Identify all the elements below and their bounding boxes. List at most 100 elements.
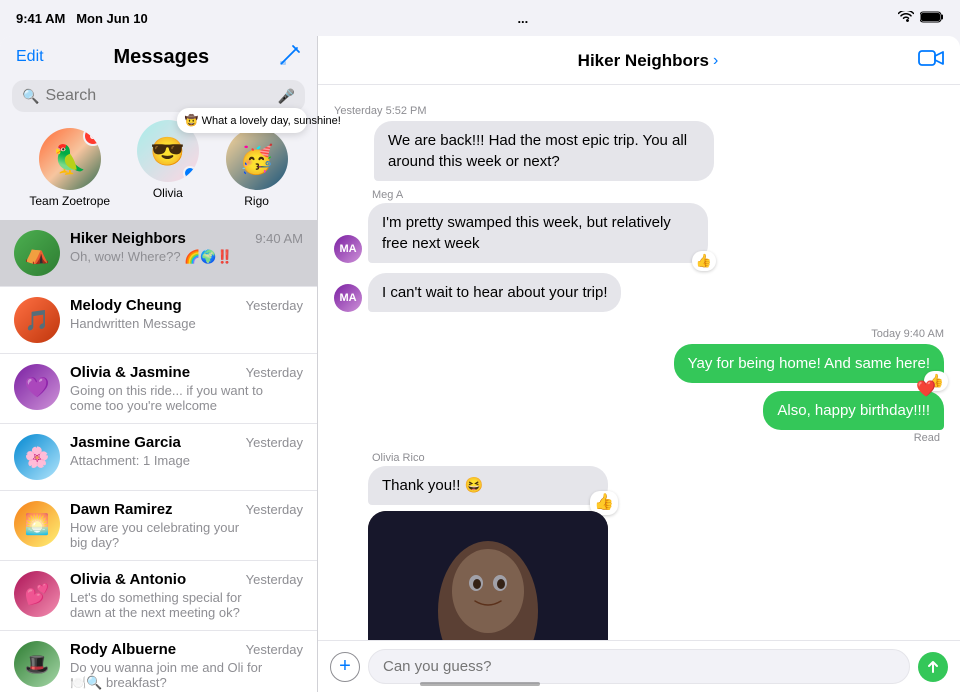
message-input[interactable] xyxy=(368,649,910,684)
conv-olivia-jasmine[interactable]: 💜 Olivia & Jasmine Yesterday Going on th… xyxy=(0,354,317,424)
conv-jasmine-garcia[interactable]: 🌸 Jasmine Garcia Yesterday Attachment: 1… xyxy=(0,424,317,491)
conv-preview2: come too you're welcome xyxy=(70,398,303,413)
conv-time: 9:40 AM xyxy=(255,231,303,246)
message-wrapper: O Thank you!! 😆 👍 xyxy=(334,466,608,640)
chat-header: Hiker Neighbors › xyxy=(318,36,960,85)
home-indicator xyxy=(420,682,540,686)
conv-preview: Oh, wow! Where?? 🌈🌍‼️ xyxy=(70,249,303,265)
conv-body-melody: Melody Cheung Yesterday Handwritten Mess… xyxy=(70,297,303,331)
message-wrapper: We are back!!! Had the most epic trip. Y… xyxy=(334,121,714,181)
conv-time: Yesterday xyxy=(246,298,303,313)
conv-avatar-oliviaa: 💕 xyxy=(14,571,60,617)
conv-name: Hiker Neighbors xyxy=(70,230,186,247)
chevron-right-icon: › xyxy=(713,52,718,70)
message-wrapper: MA I can't wait to hear about your trip! xyxy=(334,273,621,312)
conv-avatar-oliviaj: 💜 xyxy=(14,364,60,410)
conv-body-oliviaa: Olivia & Antonio Yesterday Let's do some… xyxy=(70,571,303,620)
olivia-dot-badge xyxy=(183,166,197,180)
add-button[interactable]: + xyxy=(330,652,360,682)
message-row: Meg A MA I'm pretty swamped this week, b… xyxy=(334,189,944,263)
conv-avatar-hiker: ⛺ xyxy=(14,230,60,276)
conv-body-rody: Rody Albuerne Yesterday Do you wanna joi… xyxy=(70,641,303,691)
message-timestamp: Today 9:40 AM xyxy=(871,328,944,340)
conv-name: Jasmine Garcia xyxy=(70,434,181,451)
compose-button[interactable] xyxy=(279,44,301,70)
message-timestamp: Yesterday 5:52 PM xyxy=(334,105,427,117)
conv-name: Melody Cheung xyxy=(70,297,182,314)
conv-preview2: 🍽️🔍 breakfast? xyxy=(70,675,303,691)
conv-preview: Handwritten Message xyxy=(70,316,303,331)
sender-name: Olivia Rico xyxy=(372,452,425,464)
message-bubble: I can't wait to hear about your trip! xyxy=(368,273,621,312)
conv-name: Rody Albuerne xyxy=(70,641,176,658)
conv-avatar-jasmine: 🌸 xyxy=(14,434,60,480)
conv-time: Yesterday xyxy=(246,502,303,517)
pinned-row: 🦜 6 Team Zoetrope 🤠 What a lovely day, s… xyxy=(0,120,317,220)
conv-body-dawn: Dawn Ramirez Yesterday How are you celeb… xyxy=(70,501,303,550)
status-dots: ... xyxy=(517,11,528,26)
pinned-rigo[interactable]: 🥳 Rigo xyxy=(226,128,288,208)
conv-olivia-antonio[interactable]: 💕 Olivia & Antonio Yesterday Let's do so… xyxy=(0,561,317,631)
conv-time: Yesterday xyxy=(246,572,303,587)
message-read-status: Read xyxy=(914,432,940,444)
message-avatar: MA xyxy=(334,235,362,263)
conv-preview2: big day? xyxy=(70,535,303,550)
olivia-bubble: 🤠 What a lovely day, sunshine! xyxy=(177,108,307,133)
status-bar: 9:41 AM Mon Jun 10 ... xyxy=(0,0,960,36)
pinned-name-team: Team Zoetrope xyxy=(29,194,110,208)
message-bubble: Thank you!! 😆 👍 xyxy=(368,466,608,505)
sidebar: Edit Messages 🔍 🎤 🦜 6 xyxy=(0,36,318,692)
pinned-avatar-rigo: 🥳 xyxy=(226,128,288,190)
conv-avatar-rody: 🎩 xyxy=(14,641,60,687)
pinned-olivia[interactable]: 🤠 What a lovely day, sunshine! 😎 Olivia xyxy=(137,120,199,208)
team-badge: 6 xyxy=(83,128,101,146)
status-indicators xyxy=(898,11,944,26)
conv-rody-albuerne[interactable]: 🎩 Rody Albuerne Yesterday Do you wanna j… xyxy=(0,631,317,692)
conv-preview: Going on this ride... if you want to xyxy=(70,383,303,398)
pinned-avatar-team: 🦜 6 xyxy=(39,128,101,190)
conv-body-oliviaj: Olivia & Jasmine Yesterday Going on this… xyxy=(70,364,303,413)
conv-time: Yesterday xyxy=(246,642,303,657)
sidebar-header: Edit Messages xyxy=(0,36,317,74)
chat-title: Hiker Neighbors xyxy=(578,51,709,71)
search-icon: 🔍 xyxy=(22,88,39,105)
conv-time: Yesterday xyxy=(246,365,303,380)
video-call-button[interactable] xyxy=(918,48,944,74)
message-avatar: MA xyxy=(334,284,362,312)
conv-preview2: dawn at the next meeting ok? xyxy=(70,605,303,620)
conv-avatar-melody: 🎵 xyxy=(14,297,60,343)
messages-container: Yesterday 5:52 PM We are back!!! Had the… xyxy=(318,85,960,640)
photo-message xyxy=(368,511,608,640)
edit-button[interactable]: Edit xyxy=(16,48,44,66)
mic-icon: 🎤 xyxy=(278,88,295,105)
conv-hiker-neighbors[interactable]: ⛺ Hiker Neighbors 9:40 AM Oh, wow! Where… xyxy=(0,220,317,287)
battery-icon xyxy=(920,11,944,26)
message-bubble: Also, happy birthday!!!! ❤️ xyxy=(763,391,944,430)
conv-name: Dawn Ramirez xyxy=(70,501,173,518)
message-bubble: I'm pretty swamped this week, but relati… xyxy=(368,203,708,263)
conv-dawn-ramirez[interactable]: 🌅 Dawn Ramirez Yesterday How are you cel… xyxy=(0,491,317,561)
conv-name: Olivia & Antonio xyxy=(70,571,186,588)
pinned-team-zoetrope[interactable]: 🦜 6 Team Zoetrope xyxy=(29,128,110,208)
message-row: Yesterday 5:52 PM We are back!!! Had the… xyxy=(334,97,944,181)
sender-name: Meg A xyxy=(372,189,403,201)
conversation-list: ⛺ Hiker Neighbors 9:40 AM Oh, wow! Where… xyxy=(0,220,317,692)
conv-preview: Let's do something special for xyxy=(70,590,303,605)
pinned-name-olivia: Olivia xyxy=(153,186,183,200)
conv-body-hiker: Hiker Neighbors 9:40 AM Oh, wow! Where??… xyxy=(70,230,303,265)
status-time: 9:41 AM Mon Jun 10 xyxy=(16,11,148,26)
input-area: + xyxy=(318,640,960,692)
search-input[interactable] xyxy=(45,87,271,105)
conv-body-jasmine: Jasmine Garcia Yesterday Attachment: 1 I… xyxy=(70,434,303,468)
message-row: Also, happy birthday!!!! ❤️ Read xyxy=(334,391,944,444)
message-row: Today 9:40 AM Yay for being home! And sa… xyxy=(334,320,944,383)
conv-melody-cheung[interactable]: 🎵 Melody Cheung Yesterday Handwritten Me… xyxy=(0,287,317,354)
wifi-icon xyxy=(898,11,914,26)
send-button[interactable] xyxy=(918,652,948,682)
chat-area: Hiker Neighbors › Yesterday 5:52 PM We a… xyxy=(318,36,960,692)
conv-name: Olivia & Jasmine xyxy=(70,364,190,381)
conv-time: Yesterday xyxy=(246,435,303,450)
conv-preview: Do you wanna join me and Oli for xyxy=(70,660,303,675)
chat-title-group[interactable]: Hiker Neighbors › xyxy=(578,51,719,71)
message-row: MA I can't wait to hear about your trip! xyxy=(334,273,944,312)
